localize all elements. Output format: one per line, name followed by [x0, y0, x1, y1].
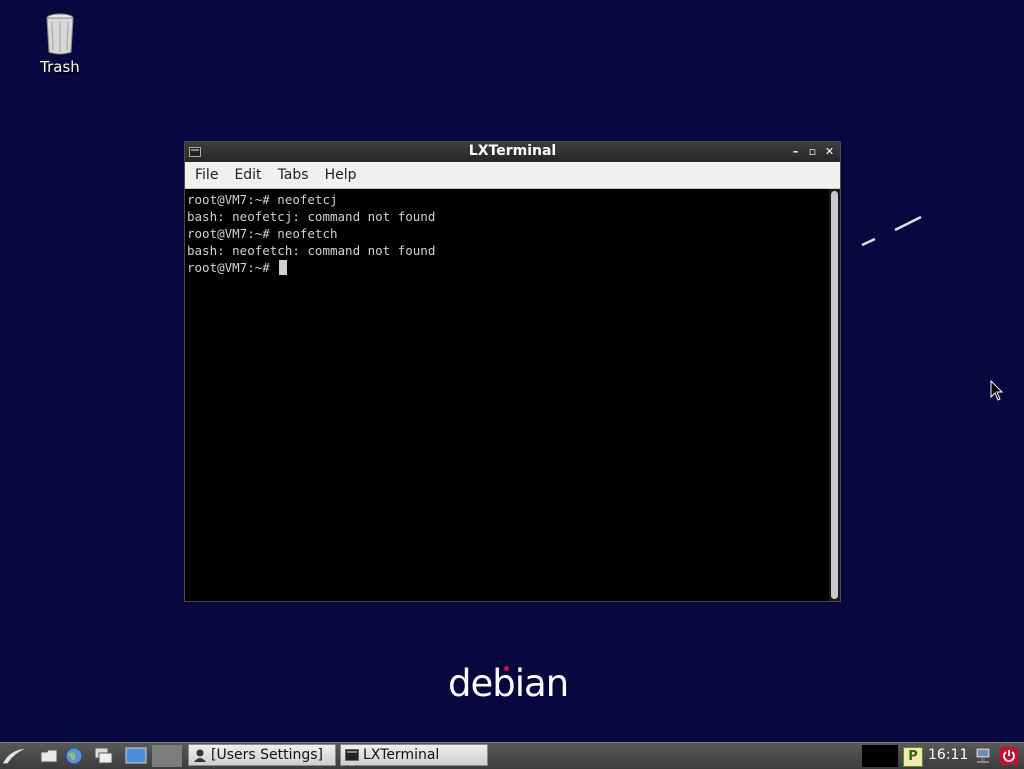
task-lxterminal[interactable]: LXTerminal — [340, 744, 488, 766]
close-button[interactable]: ✕ — [823, 144, 836, 159]
menu-help[interactable]: Help — [317, 167, 365, 183]
windows-icon — [94, 747, 113, 764]
terminal-line: root@VM7:~# neofetch — [187, 226, 338, 241]
minimize-button[interactable]: – — [789, 144, 802, 159]
scrollbar-thumb[interactable] — [831, 191, 838, 599]
terminal-output[interactable]: root@VM7:~# neofetcj bash: neofetcj: com… — [185, 189, 829, 601]
show-desktop-button[interactable] — [124, 745, 148, 767]
task-label: LXTerminal — [363, 747, 440, 763]
menubar: File Edit Tabs Help — [185, 162, 840, 189]
user-icon — [194, 749, 206, 762]
desktop-swoosh-decoration — [861, 215, 922, 247]
file-manager-launcher[interactable] — [37, 745, 61, 767]
pager-workspace[interactable] — [152, 745, 182, 767]
terminal-line: root@VM7:~# neofetcj — [187, 192, 338, 207]
menu-edit[interactable]: Edit — [226, 167, 269, 183]
task-users-settings[interactable]: [Users Settings] — [188, 744, 336, 766]
window-titlebar[interactable]: LXTerminal – ▫ ✕ — [185, 142, 840, 162]
network-icon[interactable] — [973, 747, 993, 765]
terminal-scrollbar[interactable] — [829, 189, 840, 601]
start-menu-button[interactable] — [2, 745, 26, 767]
maximize-button[interactable]: ▫ — [806, 144, 819, 159]
lxterminal-window[interactable]: LXTerminal – ▫ ✕ File Edit Tabs Help roo… — [184, 141, 841, 602]
terminal-prompt-line: root@VM7:~# — [187, 259, 827, 276]
menu-file[interactable]: File — [187, 167, 226, 183]
terminal-prompt: root@VM7:~# — [187, 260, 278, 275]
terminal-icon — [345, 749, 359, 761]
lxde-menu-icon — [2, 748, 26, 764]
mouse-pointer-icon — [990, 380, 1004, 401]
menu-tabs[interactable]: Tabs — [270, 167, 317, 183]
task-label: [Users Settings] — [211, 747, 323, 763]
cpu-monitor[interactable] — [862, 745, 898, 767]
power-icon — [1003, 750, 1015, 762]
window-title: LXTerminal — [468, 143, 557, 159]
clock[interactable]: 16:11 — [928, 747, 968, 763]
terminal-line: bash: neofetch: command not found — [187, 243, 436, 258]
trash-icon — [46, 13, 74, 55]
trash-desktop-icon[interactable]: Trash — [30, 12, 90, 76]
tray-p-icon[interactable]: P — [903, 747, 923, 767]
terminal-line: bash: neofetcj: command not found — [187, 209, 436, 224]
text-cursor — [279, 260, 288, 275]
trash-label: Trash — [40, 58, 80, 76]
folder-icon — [40, 749, 58, 763]
window-switcher-launcher[interactable] — [92, 745, 116, 767]
globe-icon — [65, 747, 83, 765]
taskbar: [Users Settings] LXTerminal P 16:11 — [0, 742, 1024, 769]
web-browser-launcher[interactable] — [62, 745, 86, 767]
power-button[interactable] — [1000, 747, 1018, 765]
debian-logo-dot — [504, 666, 509, 671]
debian-logo: debian — [448, 662, 578, 712]
desktop-icon — [125, 747, 147, 764]
